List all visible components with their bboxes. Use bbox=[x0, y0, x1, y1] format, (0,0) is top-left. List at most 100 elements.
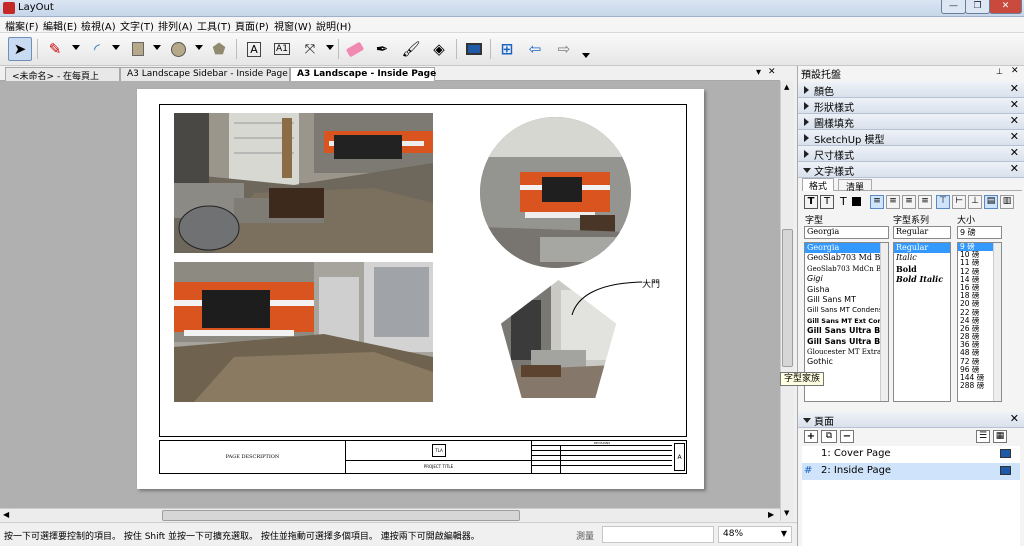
list-item[interactable]: GeoSlab703 MdCn BT bbox=[805, 264, 888, 274]
duplicate-page-icon[interactable]: ⧉ bbox=[821, 430, 837, 443]
presentation-monitor-icon[interactable] bbox=[1000, 466, 1011, 475]
title-block[interactable]: PAGE DESCRIPTION TLA PROJECT TITLE REVIS… bbox=[159, 440, 687, 474]
list-item[interactable]: Bold Italic bbox=[894, 274, 950, 284]
menu-edit[interactable]: 編輯(E) bbox=[43, 18, 77, 33]
list-item[interactable]: Gloucester MT Extra Conden bbox=[805, 347, 888, 357]
tab-sidebar-inside-page[interactable]: A3 Landscape Sidebar - Inside Page bbox=[120, 67, 290, 81]
tray-shape-style[interactable]: 形狀樣式 ✕ bbox=[798, 98, 1024, 114]
presentation-monitor-icon[interactable] bbox=[1000, 449, 1011, 458]
line-tool[interactable]: ✎ bbox=[43, 37, 67, 61]
list-item[interactable]: Gill Sans Ultra Bol bbox=[805, 337, 888, 347]
list-item[interactable]: Gisha bbox=[805, 285, 888, 295]
list-item[interactable]: Gigi bbox=[805, 274, 888, 284]
unbounded-text-icon[interactable]: ▥ bbox=[1000, 195, 1014, 209]
anchor-top-icon[interactable]: ⊤ bbox=[936, 195, 950, 209]
list-item[interactable]: Gothic bbox=[805, 357, 888, 367]
thumbnail-view-icon[interactable]: ▦ bbox=[993, 430, 1007, 443]
restore-button[interactable]: ❐ bbox=[965, 0, 990, 14]
tab-format[interactable]: 格式 bbox=[802, 178, 834, 192]
text-color-icon[interactable]: T bbox=[840, 195, 847, 208]
font-style-list[interactable]: Regular Italic Bold Bold Italic bbox=[893, 242, 951, 402]
anchor-middle-icon[interactable]: ⊢ bbox=[952, 195, 966, 209]
previous-page-button[interactable]: ⇦ bbox=[523, 37, 547, 61]
close-button[interactable]: ✕ bbox=[989, 0, 1022, 14]
close-icon[interactable]: ✕ bbox=[1010, 146, 1019, 159]
menu-arrange[interactable]: 排列(A) bbox=[158, 18, 193, 33]
list-item[interactable]: Gill Sans Ultra Bold bbox=[805, 326, 888, 336]
list-item[interactable]: GeoSlab703 Md BT bbox=[805, 253, 888, 263]
split-tool[interactable]: ◈ bbox=[427, 37, 451, 61]
align-left-icon[interactable]: ≡ bbox=[870, 195, 884, 209]
close-icon[interactable]: ✕ bbox=[1010, 162, 1019, 175]
menu-text[interactable]: 文字(T) bbox=[120, 18, 154, 33]
tray-pages[interactable]: 頁面 ✕ bbox=[798, 412, 1024, 428]
scroll-up-arrow[interactable]: ▲ bbox=[784, 83, 789, 91]
font-family-input[interactable]: Georgia bbox=[804, 226, 889, 239]
pin-icon[interactable]: ⊥ bbox=[996, 67, 1003, 76]
text-outline-icon[interactable]: T bbox=[820, 195, 834, 209]
close-icon[interactable]: ✕ bbox=[1010, 412, 1019, 425]
dimension-tool[interactable]: ⤧ bbox=[298, 37, 322, 61]
rectangle-tool[interactable] bbox=[126, 37, 150, 61]
close-icon[interactable]: ✕ bbox=[1010, 98, 1019, 111]
page-row-inside[interactable]: # 2: Inside Page bbox=[802, 463, 1020, 480]
tray-sketchup-model[interactable]: SketchUp 模型 ✕ bbox=[798, 130, 1024, 146]
align-justify-icon[interactable]: ≡ bbox=[918, 195, 932, 209]
arc-tool-dropdown[interactable] bbox=[112, 45, 120, 50]
list-item[interactable]: Italic bbox=[894, 253, 950, 263]
horizontal-scrollbar[interactable]: ◀ ▶ bbox=[0, 508, 780, 522]
vertical-scroll-thumb[interactable] bbox=[782, 229, 793, 367]
close-icon[interactable]: ✕ bbox=[1010, 82, 1019, 95]
list-scrollbar[interactable] bbox=[880, 243, 888, 401]
text-style-icon[interactable]: T bbox=[804, 195, 818, 209]
menu-help[interactable]: 說明(H) bbox=[316, 18, 351, 33]
menu-file[interactable]: 檔案(F) bbox=[5, 18, 39, 33]
bounded-text-icon[interactable]: ▤ bbox=[984, 195, 998, 209]
delete-page-icon[interactable]: − bbox=[840, 430, 854, 443]
eraser-tool[interactable] bbox=[343, 37, 367, 61]
vertical-scrollbar[interactable]: ▲ ▼ bbox=[780, 81, 794, 521]
list-view-icon[interactable]: ☰ bbox=[976, 430, 990, 443]
list-item[interactable]: Regular bbox=[894, 243, 950, 254]
close-icon[interactable]: ✕ bbox=[1010, 114, 1019, 127]
circle-tool[interactable] bbox=[166, 37, 190, 61]
minimize-button[interactable]: — bbox=[941, 0, 966, 14]
tab-unnamed-layer[interactable]: <未命名> - 在每頁上 bbox=[5, 67, 120, 82]
menu-pages[interactable]: 頁面(P) bbox=[235, 18, 269, 33]
tab-inside-page[interactable]: A3 Landscape - Inside Page bbox=[290, 67, 436, 81]
menu-tools[interactable]: 工具(T) bbox=[197, 18, 231, 33]
rectangle-tool-dropdown[interactable] bbox=[153, 45, 161, 50]
arc-tool[interactable]: ◜ bbox=[85, 37, 109, 61]
line-tool-dropdown[interactable] bbox=[72, 45, 80, 50]
horizontal-scroll-thumb[interactable] bbox=[162, 510, 520, 521]
sketchup-viewport-circle[interactable] bbox=[480, 117, 631, 268]
style-painter-tool[interactable]: 🖌 bbox=[399, 37, 423, 61]
text-tool[interactable]: A bbox=[242, 37, 266, 61]
page-row-cover[interactable]: 1: Cover Page bbox=[802, 446, 1020, 463]
tray-pattern-fill[interactable]: 圖樣填充 ✕ bbox=[798, 114, 1024, 130]
paper-page[interactable]: 大門 PAGE DESCRIPTION TLA PROJECT TITLE RE… bbox=[137, 89, 704, 489]
circle-tool-dropdown[interactable] bbox=[195, 45, 203, 50]
tabs-menu-arrow[interactable]: ▾ bbox=[756, 67, 761, 78]
list-item[interactable]: Georgia bbox=[805, 243, 888, 254]
select-tool[interactable]: ➤ bbox=[8, 37, 32, 61]
label-tool[interactable]: A1 bbox=[270, 37, 294, 61]
list-item[interactable]: Gill Sans MT Ext Condensed Bold bbox=[805, 316, 888, 326]
add-page-icon[interactable]: + bbox=[804, 430, 818, 443]
sketchup-viewport-living-room[interactable] bbox=[174, 113, 433, 253]
zoom-select[interactable]: 48% ▼ bbox=[718, 526, 792, 543]
measurements-input[interactable] bbox=[602, 526, 714, 543]
align-center-icon[interactable]: ≡ bbox=[886, 195, 900, 209]
sketchup-viewport-tv-wall[interactable] bbox=[174, 262, 433, 402]
callout-label[interactable]: 大門 bbox=[642, 277, 660, 290]
anchor-bottom-icon[interactable]: ⊥ bbox=[968, 195, 982, 209]
tray-text-style[interactable]: 文字樣式 ✕ bbox=[798, 162, 1024, 178]
scroll-down-arrow[interactable]: ▼ bbox=[784, 509, 789, 517]
font-size-input[interactable]: 9 磅 bbox=[957, 226, 1002, 239]
dimension-tool-dropdown[interactable] bbox=[326, 45, 334, 50]
menu-window[interactable]: 視窗(W) bbox=[274, 18, 312, 33]
tray-colors[interactable]: 顏色 ✕ bbox=[798, 82, 1024, 98]
menu-view[interactable]: 檢視(A) bbox=[81, 18, 116, 33]
tab-list[interactable]: 清單 bbox=[838, 179, 872, 193]
scroll-left-arrow[interactable]: ◀ bbox=[3, 510, 9, 519]
